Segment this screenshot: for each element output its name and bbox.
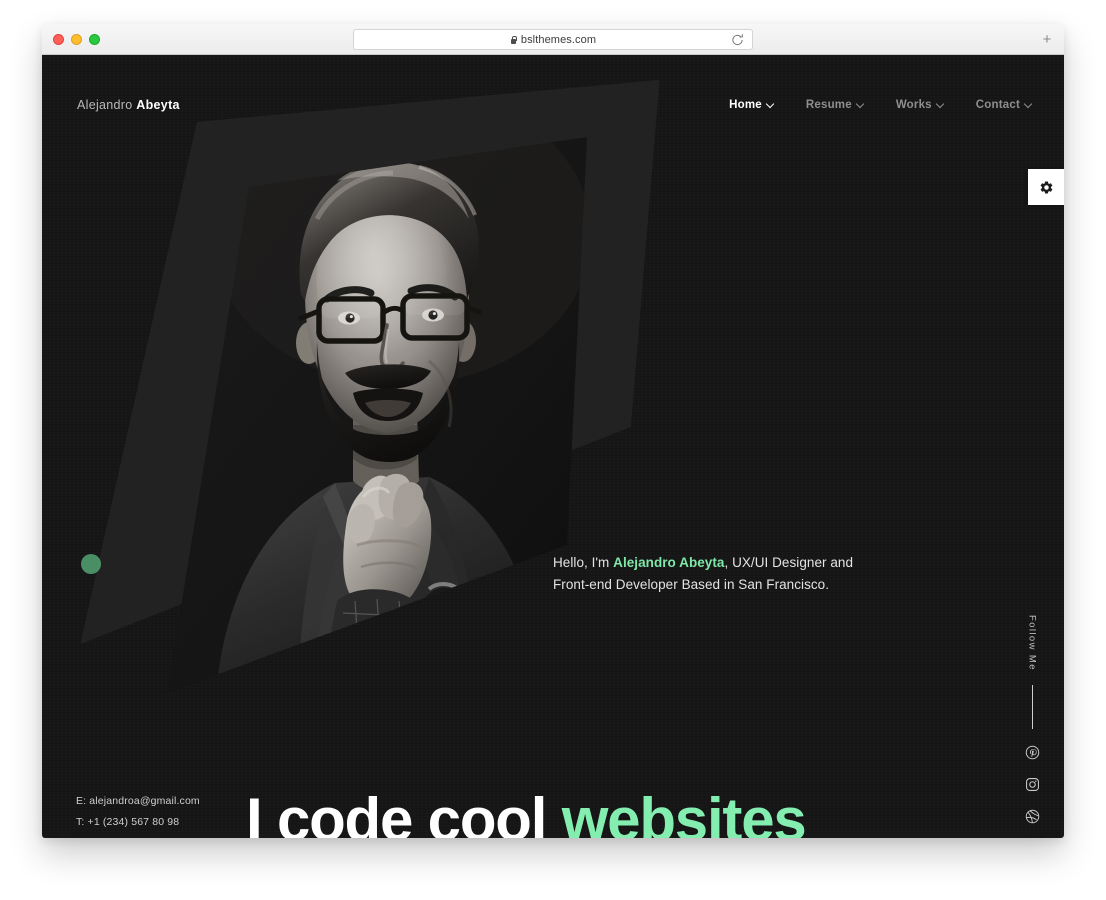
logo-first-name: Alejandro — [77, 98, 133, 112]
dribbble-icon[interactable] — [1025, 809, 1040, 824]
logo-last-name: Abeyta — [136, 98, 180, 112]
chevron-down-icon — [937, 101, 944, 108]
nav-item-resume[interactable]: Resume — [806, 99, 864, 111]
nav-item-works[interactable]: Works — [896, 99, 944, 111]
nav-item-home-label: Home — [729, 99, 762, 111]
pinterest-icon[interactable] — [1025, 745, 1040, 760]
follow-me-label: Follow Me — [1026, 615, 1038, 671]
follow-me-rail: Follow Me — [1010, 615, 1054, 838]
site-header: Alejandro Abeyta Home Resume Works Conta… — [42, 55, 1064, 155]
webpage-viewport: Alejandro Abeyta Home Resume Works Conta… — [42, 55, 1064, 838]
minimize-window-button[interactable] — [71, 33, 82, 45]
contact-email[interactable]: E: alejandroa@gmail.com — [76, 795, 200, 807]
hero-intro-text: Hello, I'm Alejandro Abeyta, UX/UI Desig… — [553, 552, 883, 596]
lock-icon — [510, 35, 517, 44]
decorative-green-dot — [81, 554, 101, 574]
intro-name: Alejandro Abeyta — [613, 555, 725, 570]
nav-item-contact-label: Contact — [975, 99, 1020, 111]
address-bar[interactable]: bslthemes.com — [353, 29, 753, 50]
nav-item-contact[interactable]: Contact — [976, 99, 1032, 111]
browser-window: bslthemes.com + Alejandro Abeyta Home Re… — [42, 24, 1064, 838]
chevron-down-icon — [767, 101, 774, 108]
headline-green-part: websites — [561, 786, 807, 839]
instagram-icon[interactable] — [1025, 777, 1040, 792]
close-window-button[interactable] — [53, 33, 64, 45]
site-logo[interactable]: Alejandro Abeyta — [77, 98, 180, 112]
follow-divider-line — [1031, 684, 1033, 729]
browser-title-bar: bslthemes.com + — [42, 24, 1064, 55]
page-title: I code cool websites — [246, 790, 807, 839]
maximize-window-button[interactable] — [89, 33, 100, 45]
chevron-down-icon — [1025, 101, 1032, 108]
contact-phone[interactable]: T: +1 (234) 567 80 98 — [76, 816, 200, 828]
reload-icon[interactable] — [731, 33, 744, 46]
contact-info: E: alejandroa@gmail.com T: +1 (234) 567 … — [76, 795, 200, 837]
new-tab-button[interactable]: + — [1039, 32, 1055, 48]
nav-item-home[interactable]: Home — [729, 99, 774, 111]
main-navigation: Home Resume Works Contact — [729, 99, 1032, 111]
window-controls — [53, 24, 100, 54]
chevron-down-icon — [857, 101, 864, 108]
intro-prefix: Hello, I'm — [553, 555, 614, 570]
headline-white-part: I code cool — [246, 786, 547, 839]
gear-icon — [1040, 180, 1052, 194]
nav-item-resume-label: Resume — [805, 99, 852, 111]
portrait-photo — [167, 115, 587, 715]
settings-button[interactable] — [1028, 169, 1064, 205]
nav-item-works-label: Works — [895, 99, 932, 111]
url-text: bslthemes.com — [520, 33, 597, 46]
